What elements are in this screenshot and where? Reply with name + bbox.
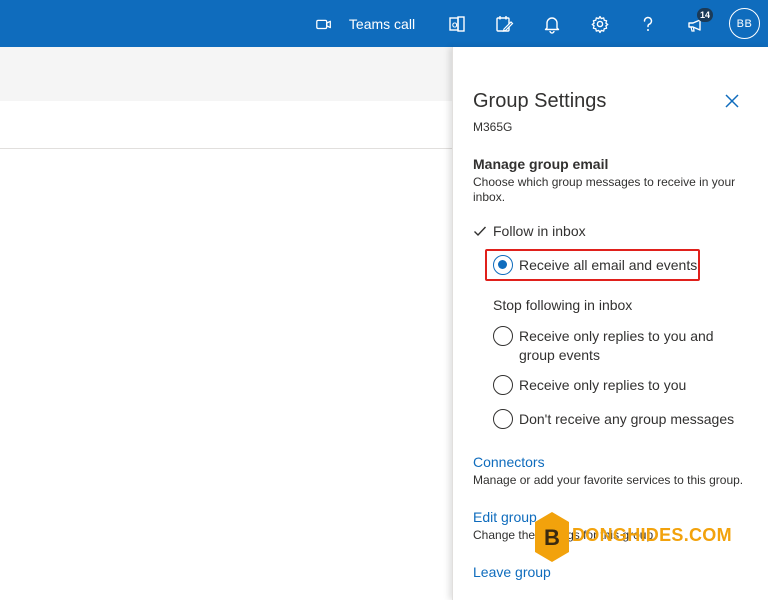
watermark-letter: B [544,525,560,550]
radio-replies-and-events[interactable]: Receive only replies to you and group ev… [493,326,733,365]
radio-no-messages-label: Don't receive any group messages [519,411,735,427]
radio-replies-only[interactable]: Receive only replies to you [493,375,687,395]
office-apps-button[interactable]: O [444,0,470,47]
connectors-link[interactable]: Connectors [473,454,545,470]
my-day-icon [496,15,514,32]
message-header [0,101,452,149]
follow-in-inbox-row[interactable]: Follow in inbox [473,223,586,239]
radio-button[interactable] [493,409,513,429]
notifications-button[interactable] [539,0,565,47]
notification-count-badge: 14 [697,8,714,22]
watermark-text: DONGHIDES.COM [572,525,732,545]
avatar[interactable]: BB [729,8,760,39]
top-bar: Teams call O 14 BB [0,0,768,47]
stop-following-label: Stop following in inbox [493,297,633,313]
watermark-logo: B [535,512,569,562]
panel-title: Group Settings [473,90,607,112]
group-name: M365G [473,120,513,134]
radio-replies-and-events-label: Receive only replies to you and group ev… [519,328,714,363]
teams-call-label: Teams call [348,15,416,32]
radio-receive-all[interactable]: Receive all email and events [493,255,698,275]
teams-call-button[interactable]: Teams call [312,0,418,47]
radio-receive-all-label: Receive all email and events [519,257,698,273]
radio-no-messages[interactable]: Don't receive any group messages [493,409,735,429]
gear-icon [591,15,609,33]
help-button[interactable] [635,0,661,47]
close-icon[interactable] [724,93,740,109]
radio-replies-only-label: Receive only replies to you [519,377,687,393]
group-settings-panel: Group Settings M365G Manage group email … [452,47,768,600]
edit-group-link[interactable]: Edit group [473,509,537,525]
manage-group-email-heading: Manage group email [473,156,609,172]
settings-button[interactable] [587,0,613,47]
command-bar [0,47,452,101]
my-day-button[interactable] [491,0,517,47]
video-icon [316,19,331,29]
radio-button[interactable] [493,375,513,395]
radio-button-checked[interactable] [493,255,513,275]
connectors-description: Manage or add your favorite services to … [473,473,744,487]
manage-group-email-description: Choose which group messages to receive i… [473,175,736,204]
office-apps-icon: O [449,15,465,32]
leave-group-link[interactable]: Leave group [473,564,551,580]
radio-button[interactable] [493,326,513,346]
bell-icon [544,16,560,34]
help-icon [643,16,653,31]
svg-text:O: O [452,22,458,29]
follow-in-inbox-label: Follow in inbox [493,223,586,239]
mail-content-area [0,47,452,600]
checkmark-icon [474,226,487,237]
